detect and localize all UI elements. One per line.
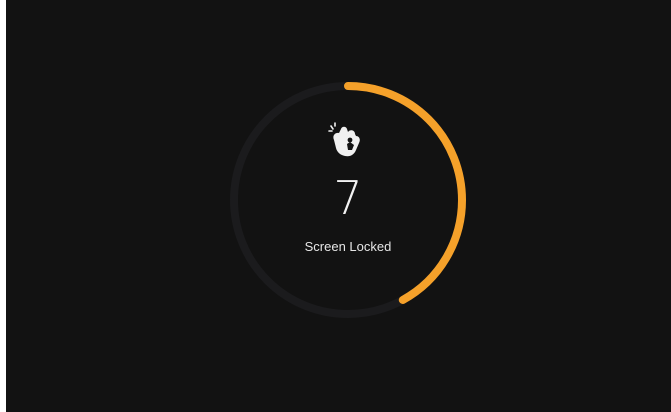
countdown-center: 7 Screen Locked xyxy=(224,76,472,324)
touch-gesture-icon xyxy=(328,122,360,157)
lock-screen: 7 Screen Locked xyxy=(6,0,671,412)
countdown-number: 7 xyxy=(333,171,363,225)
lock-countdown-widget: 7 Screen Locked xyxy=(224,76,472,324)
screen-locked-label: Screen Locked xyxy=(304,239,392,254)
